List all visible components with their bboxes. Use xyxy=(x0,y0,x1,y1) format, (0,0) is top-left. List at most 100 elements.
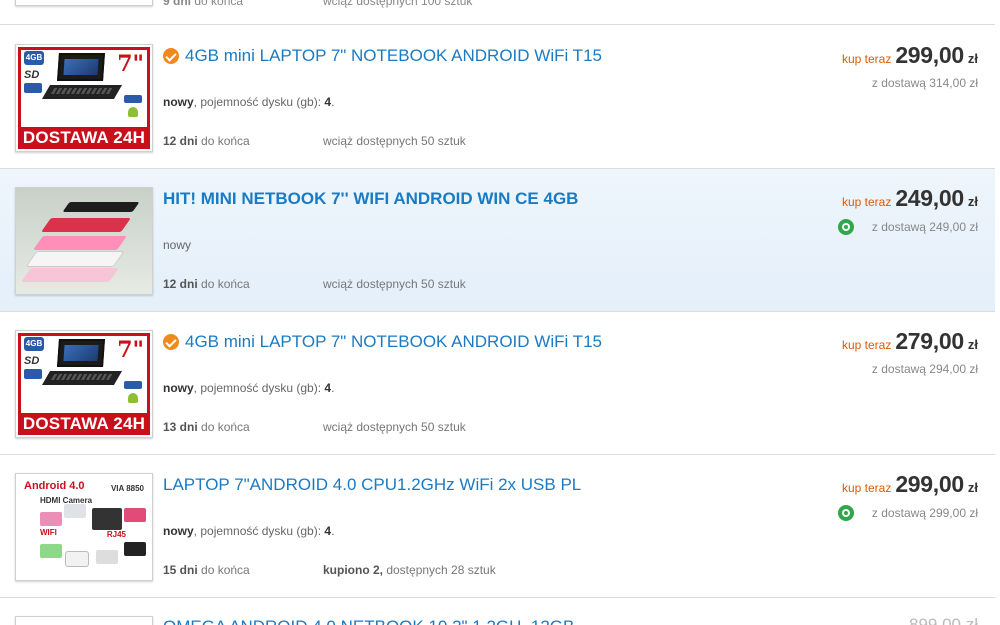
price-block: kup teraz 249,00 zł xyxy=(842,185,978,212)
shipping-price: z dostawą 299,00 zł xyxy=(871,506,978,520)
laptop-keyboard xyxy=(41,85,123,99)
listing-title-link[interactable]: HIT! MINI NETBOOK 7'' WIFI ANDROID WIN C… xyxy=(163,189,578,209)
listing-partial-bottom: OMEGA ANDROID 4.0 NETBOOK 10.2" 1.2GH, 1… xyxy=(0,598,995,625)
price: 299,00 xyxy=(895,471,964,497)
thumb-text-rj45: RJ45 xyxy=(106,530,126,539)
wifi-icon xyxy=(124,381,142,389)
param-label: , pojemność dysku (gb): xyxy=(193,95,322,109)
laptop-product-image: 4GB SD 7" DOSTAWA 24H xyxy=(16,45,152,151)
time-left-text: do końca xyxy=(201,563,250,577)
time-left-text: do końca xyxy=(201,277,250,291)
delivery-banner: DOSTAWA 24H xyxy=(18,413,150,435)
param-label: , pojemność dysku (gb): xyxy=(193,381,322,395)
availability: kupiono 2, dostępnych 28 sztuk xyxy=(323,563,496,577)
buy-now-label: kup teraz xyxy=(841,338,892,352)
param-label: , pojemność dysku (gb): xyxy=(193,524,322,538)
availability: wciąż dostępnych 50 sztuk xyxy=(323,134,466,148)
super-seller-icon xyxy=(163,48,179,64)
availability-text: dostępnych 28 sztuk xyxy=(383,563,496,577)
listing-thumbnail[interactable] xyxy=(15,616,153,625)
price-block: kup teraz 299,00 zł xyxy=(842,471,978,498)
laptop-keyboard xyxy=(41,371,123,385)
usb-icon xyxy=(24,369,42,379)
laptop-product-image: 4GB SD 7" DOSTAWA 24H xyxy=(16,331,152,437)
condition: nowy xyxy=(163,381,194,395)
listing-title[interactable]: 4GB mini LAPTOP 7" NOTEBOOK ANDROID WiFi… xyxy=(185,332,602,352)
price: 899,00 zł xyxy=(909,615,978,625)
listing-thumbnail[interactable] xyxy=(15,187,153,295)
thumb-text-wifi: WIFI xyxy=(40,528,57,537)
buy-now-label: kup teraz xyxy=(841,52,892,66)
badge-sd: SD xyxy=(24,69,40,81)
availability-text: wciąż dostępnych 50 sztuk xyxy=(323,134,466,148)
time-left-text: do końca xyxy=(194,0,244,8)
listing-item-featured: HIT! MINI NETBOOK 7'' WIFI ANDROID WIN C… xyxy=(0,169,995,312)
currency: zł xyxy=(967,194,978,209)
listing-params: nowy xyxy=(163,238,191,252)
shipping-price: z dostawą 294,00 zł xyxy=(871,362,978,376)
shipping-price: z dostawą 249,00 zł xyxy=(871,220,978,234)
shipping-info: z dostawą 299,00 zł xyxy=(837,505,978,521)
listing-item: 4GB SD 7" DOSTAWA 24H 4GB mini LAPTOP 7"… xyxy=(0,26,995,169)
listing-params: nowy, pojemność dysku (gb): 4. xyxy=(163,95,335,109)
price: 249,00 xyxy=(895,185,964,211)
listing-item: Android 4.0 VIA 8850 HDMI Camera WIFI RJ… xyxy=(0,455,995,598)
free-shipping-icon xyxy=(837,219,854,235)
badge-4gb: 4GB xyxy=(24,51,44,65)
listing-thumbnail[interactable]: 4GB SD 7" DOSTAWA 24H xyxy=(15,44,153,152)
listing-thumbnail[interactable] xyxy=(15,0,153,6)
shipping-info: z dostawą 314,00 zł xyxy=(872,76,978,90)
listing-params: nowy, pojemność dysku (gb): 4. xyxy=(163,381,335,395)
time-left-value: 12 dni xyxy=(163,277,198,291)
thumb-text-android: Android 4.0 xyxy=(24,480,85,492)
price: 279,00 xyxy=(895,328,964,354)
time-left: 13 dni do końca xyxy=(163,420,250,434)
time-left: 12 dni do końca xyxy=(163,277,250,291)
currency: zł xyxy=(967,51,978,66)
availability: wciąż dostępnych 50 sztuk xyxy=(323,277,466,291)
android-laptops-product-image: Android 4.0 VIA 8850 HDMI Camera WIFI RJ… xyxy=(16,474,152,580)
listing-title-link[interactable]: 4GB mini LAPTOP 7" NOTEBOOK ANDROID WiFi… xyxy=(163,46,602,66)
screen-size-label: 7" xyxy=(117,51,144,77)
laptop-screen xyxy=(57,339,105,367)
availability-text: wciąż dostępnych 50 sztuk xyxy=(323,420,466,434)
time-left-value: 13 dni xyxy=(163,420,198,434)
shipping-price: z dostawą 314,00 zł xyxy=(871,76,978,90)
price: 299,00 xyxy=(895,42,964,68)
android-icon xyxy=(128,393,138,403)
condition: nowy xyxy=(163,95,194,109)
shipping-info: z dostawą 294,00 zł xyxy=(872,362,978,376)
price-block: kup teraz 279,00 zł xyxy=(842,328,978,355)
listing-params: nowy, pojemność dysku (gb): 4. xyxy=(163,524,335,538)
badge-sd: SD xyxy=(24,355,40,367)
usb-icon xyxy=(24,83,42,93)
buy-now-label: kup teraz xyxy=(841,195,892,209)
laptop-screen xyxy=(57,53,105,81)
time-left: 12 dni do końca xyxy=(163,134,250,148)
listing-title-link[interactable]: LAPTOP 7"ANDROID 4.0 CPU1.2GHz WiFi 2x U… xyxy=(163,475,581,495)
listing-thumbnail[interactable]: Android 4.0 VIA 8850 HDMI Camera WIFI RJ… xyxy=(15,473,153,581)
listing-title[interactable]: HIT! MINI NETBOOK 7'' WIFI ANDROID WIN C… xyxy=(163,189,578,209)
price-block: kup teraz 299,00 zł xyxy=(842,42,978,69)
super-seller-icon xyxy=(163,334,179,350)
availability-text: wciąż dostępnych 100 sztuk xyxy=(323,0,473,8)
screen-size-label: 7" xyxy=(117,337,144,363)
buy-now-label: kup teraz xyxy=(841,481,892,495)
listing-partial-top: 9 dni do końca wciąż dostępnych 100 sztu… xyxy=(0,0,995,25)
listing-item: 4GB SD 7" DOSTAWA 24H 4GB mini LAPTOP 7"… xyxy=(0,312,995,455)
time-left-text: do końca xyxy=(201,134,250,148)
listing-title-link[interactable]: 4GB mini LAPTOP 7" NOTEBOOK ANDROID WiFi… xyxy=(163,332,602,352)
listing-title[interactable]: LAPTOP 7"ANDROID 4.0 CPU1.2GHz WiFi 2x U… xyxy=(163,475,581,495)
shipping-info: z dostawą 249,00 zł xyxy=(837,219,978,235)
condition: nowy xyxy=(163,238,192,252)
availability: wciąż dostępnych 50 sztuk xyxy=(323,420,466,434)
listing-thumbnail[interactable]: 4GB SD 7" DOSTAWA 24H xyxy=(15,330,153,438)
badge-4gb: 4GB xyxy=(24,337,44,351)
availability-bold: kupiono 2, xyxy=(323,563,383,577)
listing-title[interactable]: 4GB mini LAPTOP 7" NOTEBOOK ANDROID WiFi… xyxy=(185,46,602,66)
wifi-icon xyxy=(124,95,142,103)
listing-title[interactable]: OMEGA ANDROID 4.0 NETBOOK 10.2" 1.2GH, 1… xyxy=(163,617,574,625)
android-icon xyxy=(128,107,138,117)
time-left-value: 15 dni xyxy=(163,563,198,577)
currency: zł xyxy=(967,480,978,495)
